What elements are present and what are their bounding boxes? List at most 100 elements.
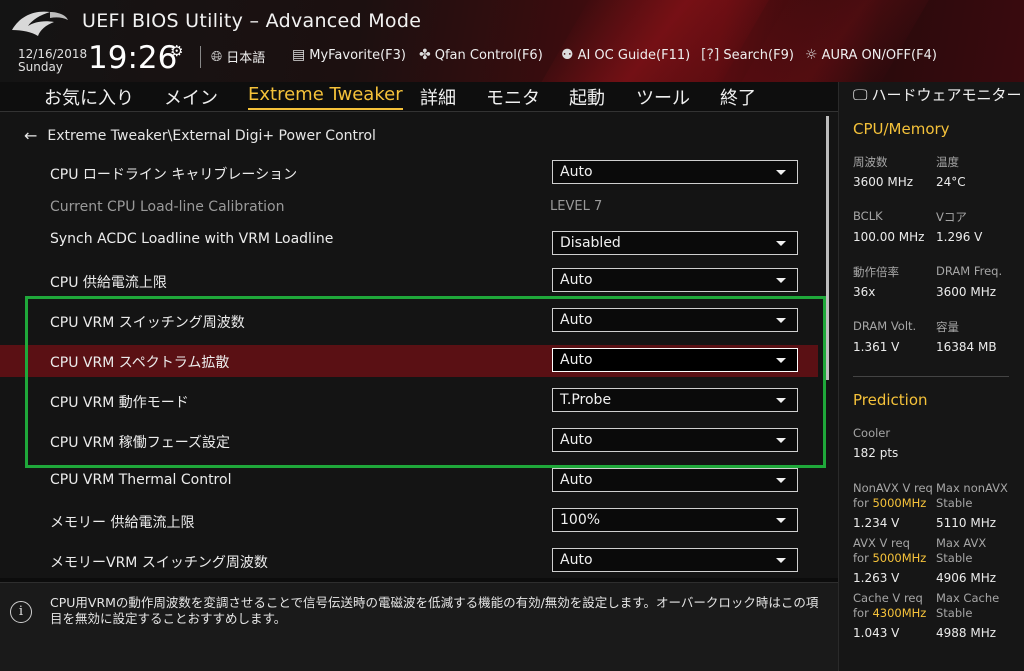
tab-monitor[interactable]: モニタ: [486, 84, 540, 110]
cpu-current-limit-select[interactable]: Auto: [552, 268, 798, 292]
cache-for-text: for: [853, 606, 873, 620]
chevron-down-icon: [776, 170, 786, 175]
nonavx-value: 1.234 V: [853, 516, 900, 530]
rog-logo-icon: [12, 11, 68, 36]
ai-oc-guide-label: AI OC Guide(F11): [577, 47, 691, 63]
vrm-operating-mode-select[interactable]: T.Probe: [552, 388, 798, 412]
chevron-down-icon: [776, 241, 786, 246]
tab-main[interactable]: メイン: [164, 84, 218, 110]
cpu-llc-select[interactable]: Auto: [552, 160, 798, 184]
cache-value: 1.043 V: [853, 626, 900, 640]
current-llc-value: LEVEL 7: [550, 199, 603, 214]
aura-label: AURA ON/OFF(F4): [821, 47, 937, 63]
setting-label: CPU VRM スイッチング周波数: [50, 315, 245, 331]
freq-value: 3600 MHz: [853, 175, 914, 189]
select-value: Disabled: [560, 235, 621, 251]
scrollbar[interactable]: [826, 116, 829, 380]
setting-row-memory-vrm-switching-freq[interactable]: メモリーVRM スイッチング周波数 Auto: [0, 545, 818, 577]
gear-icon[interactable]: ⚙: [170, 42, 183, 60]
cooler-value: 182 pts: [853, 446, 899, 460]
capacity-value: 16384 MB: [936, 340, 997, 354]
help-text: CPU用VRMの動作周波数を変調させることで信号伝送時の電磁波を低減する機能の有…: [50, 595, 819, 626]
vrm-spread-spectrum-select[interactable]: Auto: [552, 348, 798, 372]
hardware-monitor-label: ハードウェアモニター: [871, 86, 1022, 104]
tab-boot[interactable]: 起動: [569, 84, 605, 110]
header-divider: [200, 46, 201, 68]
memory-current-limit-select[interactable]: 100%: [552, 508, 798, 532]
setting-label: メモリー 供給電流上限: [50, 515, 195, 531]
max-avx-label: Max AVX: [936, 536, 987, 550]
vrm-phase-control-select[interactable]: Auto: [552, 428, 798, 452]
breadcrumb-path: Extreme Tweaker\External Digi+ Power Con…: [47, 127, 376, 144]
setting-row-vrm-spread-spectrum[interactable]: CPU VRM スペクトラム拡散 Auto: [0, 345, 818, 377]
select-value: Auto: [560, 312, 593, 328]
synch-acdc-select[interactable]: Disabled: [552, 231, 798, 255]
language-button[interactable]: 🌐︎ 日本語: [211, 47, 265, 67]
max-avx-sub: Stable: [936, 551, 973, 565]
monitor-icon: 🖵: [853, 86, 868, 104]
setting-row-synch-acdc[interactable]: Synch ACDC Loadline with VRM Loadline Di…: [0, 225, 818, 257]
clock[interactable]: 19:26: [88, 40, 177, 76]
select-value: Auto: [560, 552, 593, 568]
vrm-switching-freq-select[interactable]: Auto: [552, 308, 798, 332]
dram-volt-value: 1.361 V: [853, 340, 900, 354]
setting-label: CPU VRM 動作モード: [50, 395, 189, 411]
setting-row-cpu-current-limit[interactable]: CPU 供給電流上限 Auto: [0, 265, 818, 297]
tab-favorites[interactable]: お気に入り: [44, 84, 134, 110]
aura-toggle-button[interactable]: ☼ AURA ON/OFF(F4): [805, 47, 937, 63]
setting-label: CPU VRM 稼働フェーズ設定: [50, 435, 231, 451]
setting-label: CPU VRM スペクトラム拡散: [50, 355, 230, 371]
setting-row-vrm-thermal-control[interactable]: CPU VRM Thermal Control Auto: [0, 465, 818, 497]
tab-exit[interactable]: 終了: [720, 84, 756, 110]
max-cache-value: 4988 MHz: [936, 626, 997, 640]
search-button[interactable]: [?] Search(F9): [701, 47, 794, 63]
nonavx-for-text: for: [853, 496, 873, 510]
dram-freq-value: 3600 MHz: [936, 285, 997, 299]
date-display: 12/16/2018 Sunday: [18, 48, 87, 74]
myfavorite-label: MyFavorite(F3): [309, 47, 406, 63]
dram-volt-label: DRAM Volt.: [853, 319, 917, 333]
qfan-control-button[interactable]: ✤ Qfan Control(F6): [419, 47, 543, 63]
chevron-down-icon: [776, 358, 786, 363]
breadcrumb[interactable]: ← Extreme Tweaker\External Digi+ Power C…: [24, 126, 376, 145]
header-decoration: [519, 0, 781, 82]
tab-advanced[interactable]: 詳細: [420, 84, 456, 110]
vrm-thermal-control-select[interactable]: Auto: [552, 468, 798, 492]
select-value: T.Probe: [560, 392, 612, 408]
max-cache-sub: Stable: [936, 606, 973, 620]
nonavx-for: for 5000MHz: [853, 496, 926, 510]
bclk-value: 100.00 MHz: [853, 230, 925, 244]
setting-row-cpu-llc[interactable]: CPU ロードライン キャリブレーション Auto: [0, 157, 818, 189]
myfavorite-button[interactable]: ▤ MyFavorite(F3): [292, 47, 406, 63]
max-nonavx-value: 5110 MHz: [936, 516, 997, 530]
vcore-value: 1.296 V: [936, 230, 983, 244]
ratio-label: 動作倍率: [853, 265, 899, 279]
cache-for: for 4300MHz: [853, 606, 926, 620]
setting-label: CPU ロードライン キャリブレーション: [50, 167, 298, 183]
chevron-down-icon: [776, 478, 786, 483]
tab-tool[interactable]: ツール: [636, 84, 690, 110]
setting-row-vrm-phase-control[interactable]: CPU VRM 稼働フェーズ設定 Auto: [0, 425, 818, 457]
setting-label: メモリーVRM スイッチング周波数: [50, 555, 268, 571]
chevron-down-icon: [776, 558, 786, 563]
search-label: Search(F9): [723, 47, 794, 63]
tab-extreme-tweaker[interactable]: Extreme Tweaker: [248, 84, 403, 110]
setting-label: CPU VRM Thermal Control: [50, 472, 232, 488]
setting-row-memory-current-limit[interactable]: メモリー 供給電流上限 100%: [0, 505, 818, 537]
cache-freq: 4300MHz: [872, 606, 927, 620]
freq-label: 周波数: [853, 155, 888, 169]
ratio-value: 36x: [853, 285, 876, 299]
prediction-heading: Prediction: [853, 391, 928, 409]
cpu-memory-heading: CPU/Memory: [853, 120, 950, 138]
chevron-down-icon: [776, 318, 786, 323]
ai-oc-guide-button[interactable]: ⚉ AI OC Guide(F11): [561, 47, 690, 63]
main-menu: お気に入り メイン Extreme Tweaker 詳細 モニタ 起動 ツール …: [0, 82, 838, 112]
back-arrow-icon[interactable]: ←: [24, 126, 37, 145]
select-value: Auto: [560, 472, 593, 488]
capacity-label: 容量: [936, 320, 959, 334]
setting-row-vrm-operating-mode[interactable]: CPU VRM 動作モード T.Probe: [0, 385, 818, 417]
select-value: 100%: [560, 512, 601, 528]
memory-vrm-switching-freq-select[interactable]: Auto: [552, 548, 798, 572]
info-icon: i: [10, 601, 32, 623]
setting-row-vrm-switching-freq[interactable]: CPU VRM スイッチング周波数 Auto: [0, 305, 818, 337]
